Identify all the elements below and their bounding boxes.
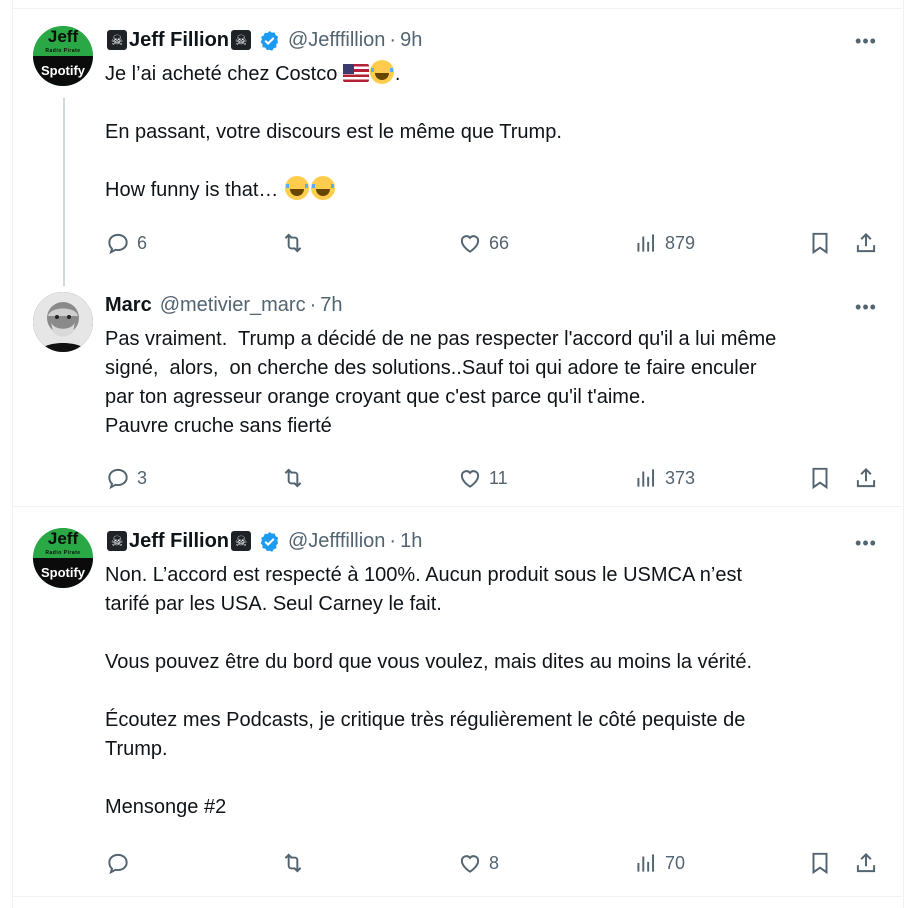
avatar-text: Radio Pirate [45, 48, 81, 54]
avatar-text: Spotify [40, 63, 86, 78]
tweet-text: Non. L’accord est respecté à 100%. Aucun… [105, 564, 753, 818]
tweet-actions: 3 11 373 [105, 463, 885, 493]
retweet-icon [284, 468, 302, 488]
author-handle[interactable]: @Jefffillion [288, 530, 385, 553]
separator-dot: · [309, 293, 317, 316]
retweet-button[interactable] [280, 463, 312, 493]
separator-dot: · [389, 28, 397, 51]
tweet-text: Je l’ai acheté chez Costco . [105, 60, 885, 89]
timestamp[interactable]: 7h [320, 294, 342, 317]
author-name[interactable]: Marc [105, 294, 152, 317]
reply-icon [108, 233, 128, 255]
reply-button[interactable] [105, 848, 137, 878]
tweet-actions: 8 70 [105, 848, 885, 878]
timestamp[interactable]: 9h [400, 29, 422, 52]
author-handle[interactable]: @Jefffillion [288, 29, 385, 52]
more-icon[interactable]: ••• [854, 533, 878, 553]
pirate-flag-icon: ☠ [231, 30, 251, 50]
timeline-top-border [12, 8, 902, 9]
bookmark-button[interactable] [807, 228, 833, 258]
retweet-icon [284, 853, 302, 873]
like-icon [460, 470, 480, 488]
tweet-text: Pas vraiment. Trump a décidé de ne pas r… [105, 328, 777, 437]
views-button[interactable]: 70 [633, 848, 685, 878]
laughing-emoji [369, 60, 394, 84]
pirate-flag-icon: ☠ [107, 30, 127, 50]
views-button[interactable]: 373 [633, 463, 695, 493]
avatar-photo [33, 292, 93, 352]
avatar[interactable] [33, 292, 93, 352]
author-handle[interactable]: @metivier_marc [160, 294, 306, 317]
reply-count: 3 [137, 467, 148, 488]
retweet-button[interactable] [280, 848, 312, 878]
verified-icon [260, 30, 279, 51]
share-icon [856, 232, 876, 253]
avatar-text: Spotify [40, 565, 86, 580]
views-icon [637, 234, 655, 252]
tweet-actions: 6 66 879 [105, 228, 885, 258]
reply-count: 6 [137, 232, 148, 253]
laughing-emoji [284, 176, 309, 200]
separator-dot: · [389, 529, 397, 552]
bookmark-button[interactable] [807, 848, 833, 878]
share-icon [856, 467, 876, 488]
like-count: 66 [489, 232, 510, 253]
share-button[interactable] [853, 463, 879, 493]
pirate-flag-icon: ☠ [107, 531, 127, 551]
like-count: 8 [489, 852, 500, 873]
like-icon [460, 235, 480, 253]
views-button[interactable]: 879 [633, 228, 695, 258]
avatar-text: Jeff [47, 529, 79, 548]
avatar-text: Radio Pirate [45, 550, 81, 556]
share-button[interactable] [853, 848, 879, 878]
like-count: 11 [489, 467, 508, 488]
tweet-header: ☠ Jeff Fillion ☠ @Jefffillion · 1h [105, 528, 422, 554]
views-count: 70 [665, 852, 686, 873]
tweet-header: Marc @metivier_marc · 7h [105, 292, 343, 318]
like-button[interactable]: 66 [457, 228, 509, 258]
bookmark-icon [812, 467, 828, 490]
thread-line [63, 98, 65, 286]
share-icon [856, 852, 876, 873]
reply-button[interactable]: 6 [105, 228, 147, 258]
more-icon[interactable]: ••• [854, 31, 878, 51]
bookmark-icon [812, 852, 828, 875]
us-flag-emoji [342, 64, 369, 82]
avatar[interactable]: Jeff Radio Pirate Spotify [33, 26, 93, 86]
tweet-text-line: Je l’ai acheté chez Costco [105, 63, 338, 85]
like-icon [460, 855, 480, 873]
share-button[interactable] [853, 228, 879, 258]
retweet-button[interactable] [280, 228, 312, 258]
views-count: 373 [665, 467, 696, 488]
author-name[interactable]: Jeff Fillion [129, 29, 229, 52]
more-icon[interactable]: ••• [854, 297, 878, 317]
verified-icon [260, 531, 279, 552]
reply-button[interactable]: 3 [105, 463, 147, 493]
pirate-flag-icon: ☠ [231, 531, 251, 551]
timestamp[interactable]: 1h [400, 530, 422, 553]
author-name[interactable]: Jeff Fillion [129, 530, 229, 553]
tweet-text: En passant, votre discours est le même q… [105, 118, 885, 208]
tweet-divider [12, 506, 902, 507]
views-icon [637, 854, 655, 872]
avatar[interactable]: Jeff Radio Pirate Spotify [33, 528, 93, 588]
laughing-emoji [310, 176, 335, 200]
retweet-icon [284, 233, 302, 253]
reply-icon [108, 853, 128, 875]
reply-icon [108, 468, 128, 490]
views-icon [637, 469, 655, 487]
views-count: 879 [665, 232, 696, 253]
like-button[interactable]: 11 [457, 463, 508, 493]
like-button[interactable]: 8 [457, 848, 499, 878]
tweet-header: ☠ Jeff Fillion ☠ @Jefffillion · 9h [105, 27, 422, 53]
bookmark-button[interactable] [807, 463, 833, 493]
timeline-bottom-border [12, 896, 902, 897]
bookmark-icon [812, 232, 828, 255]
avatar-text: Jeff [47, 27, 79, 46]
